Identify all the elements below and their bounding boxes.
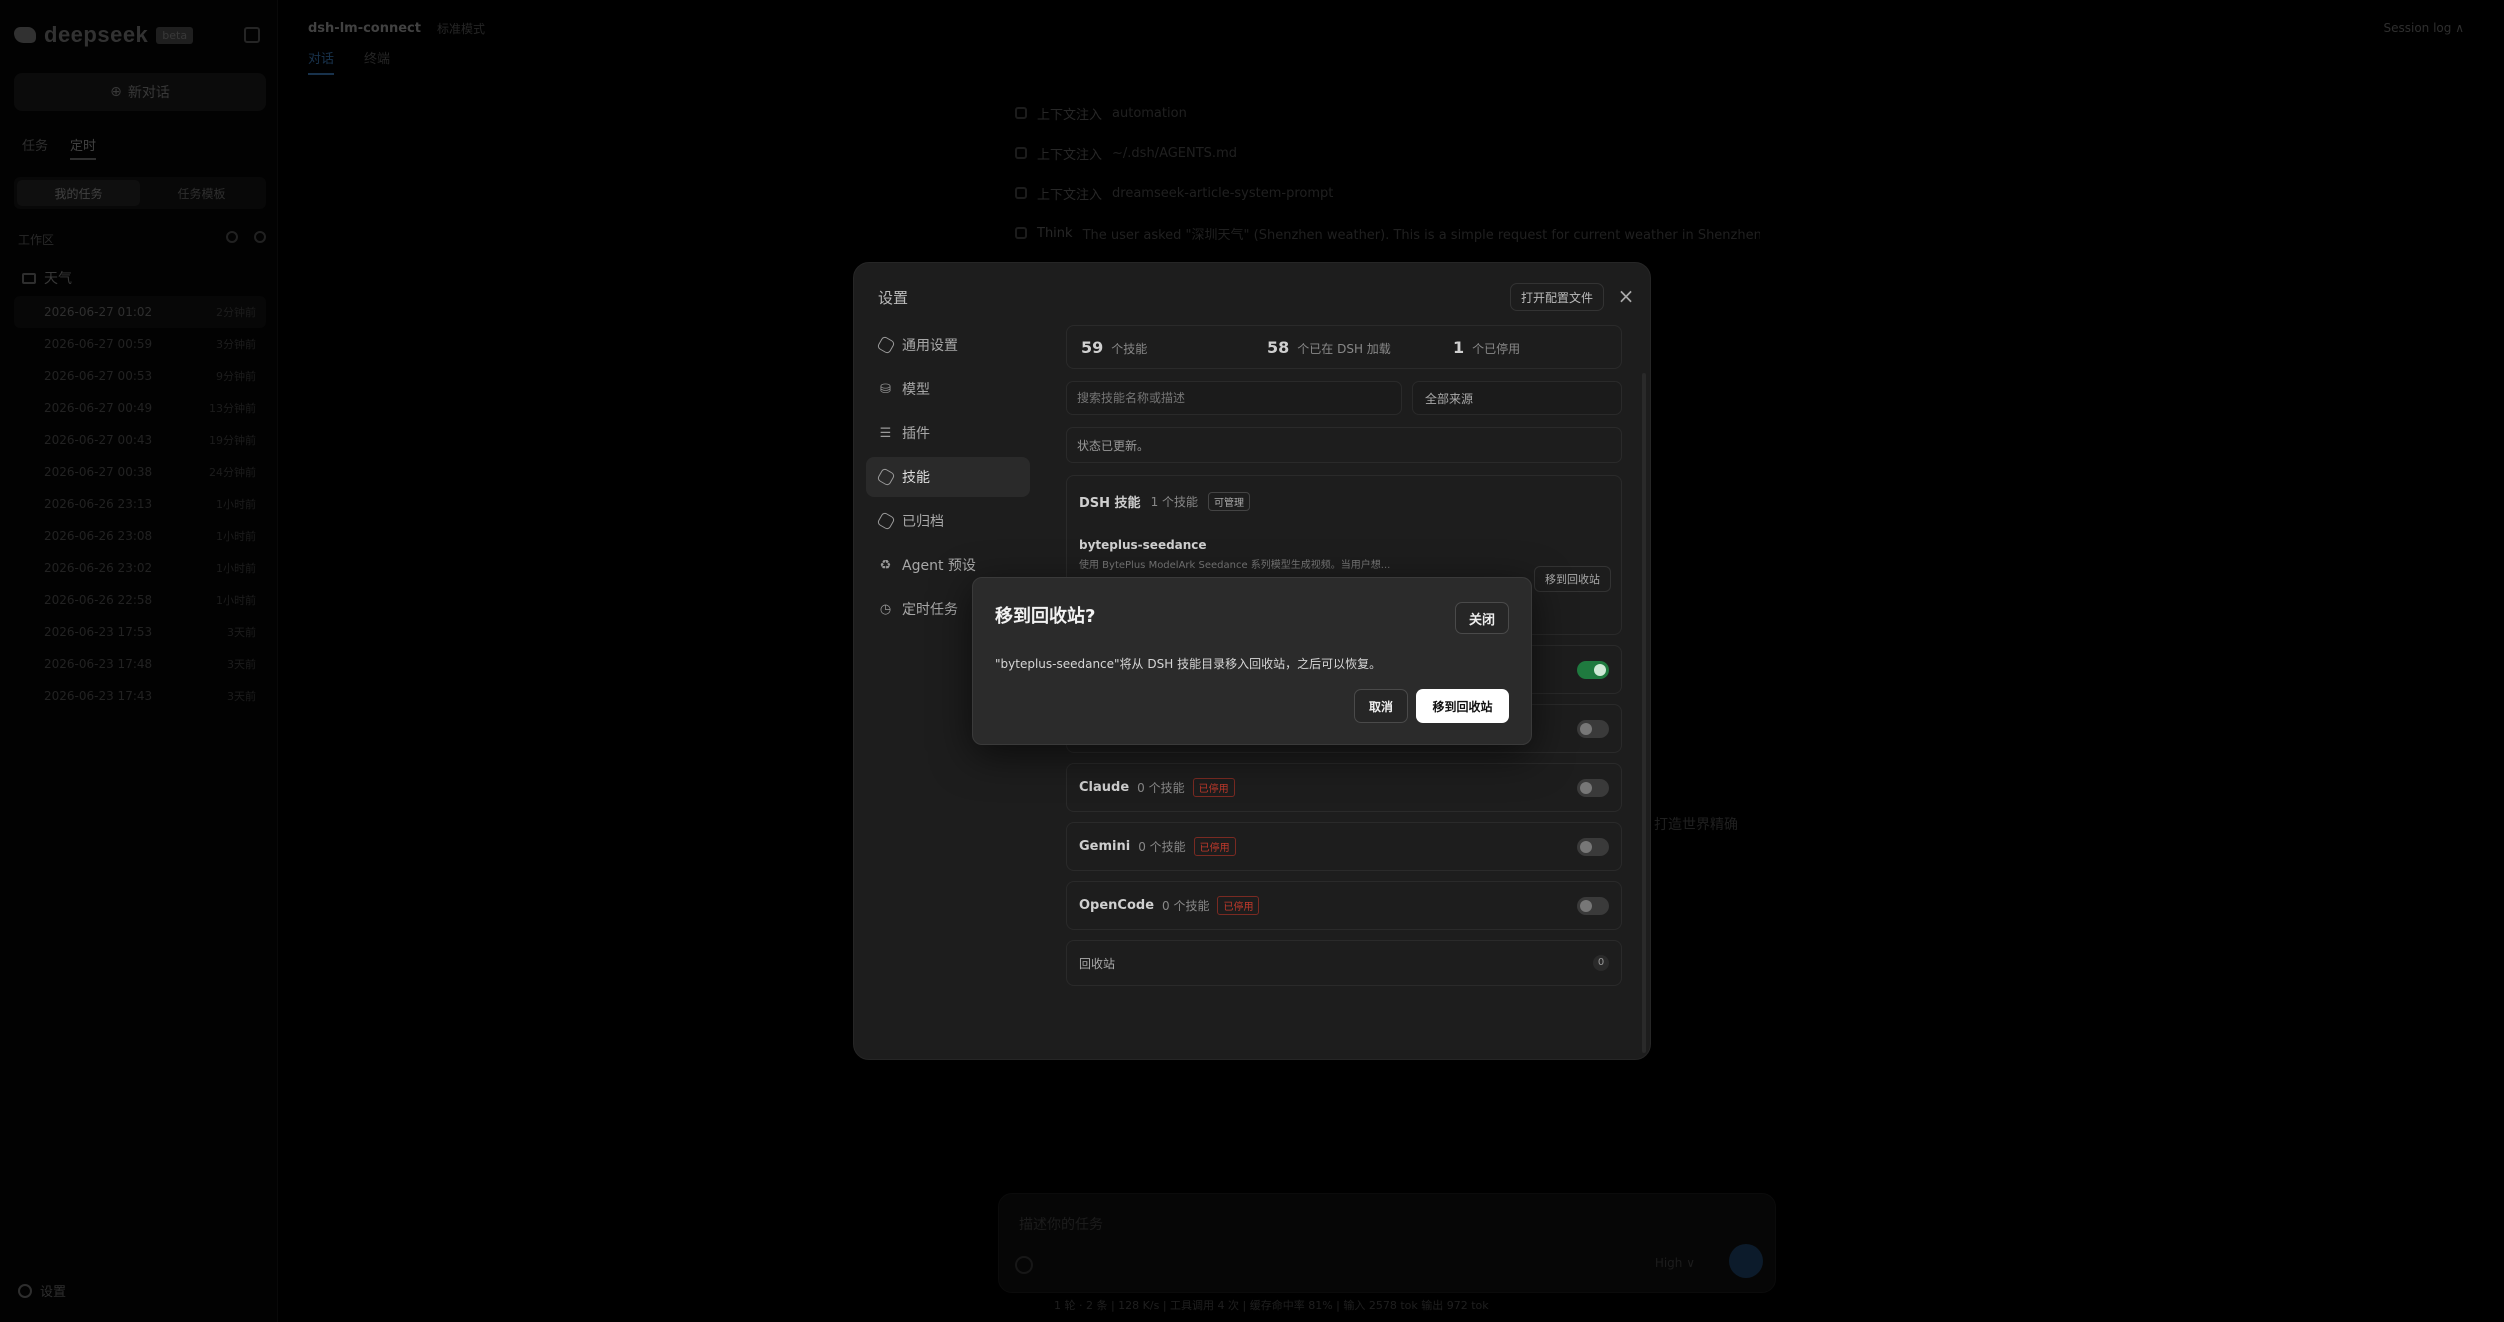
provider-row-opencode: OpenCode 0 个技能 已停用 bbox=[1066, 881, 1622, 930]
hexagon-gear-icon bbox=[875, 335, 896, 355]
recycle-bin-row[interactable]: 回收站 0 bbox=[1066, 940, 1622, 986]
clock-icon: ◷ bbox=[879, 601, 892, 617]
nav-label: 技能 bbox=[902, 470, 930, 486]
stat-label: 个技能 bbox=[1111, 341, 1148, 356]
stat-value: 1 bbox=[1453, 337, 1465, 357]
group-count: 1 个技能 bbox=[1150, 495, 1199, 509]
provider-toggle[interactable] bbox=[1577, 661, 1609, 679]
disabled-badge: 已停用 bbox=[1192, 778, 1235, 797]
provider-count: 0 个技能 bbox=[1137, 781, 1185, 795]
skills-stats: 59 个技能 58 个已在 DSH 加载 1 个已停用 bbox=[1066, 325, 1622, 369]
provider-count: 0 个技能 bbox=[1162, 899, 1210, 913]
settings-scrollbar[interactable] bbox=[1642, 373, 1646, 1053]
provider-count: 0 个技能 bbox=[1138, 840, 1186, 854]
nav-item-skills[interactable]: 技能 bbox=[866, 457, 1030, 497]
stat-disabled: 1 个已停用 bbox=[1453, 338, 1520, 357]
group-name: DSH 技能 bbox=[1079, 496, 1141, 511]
provider-name: Claude bbox=[1079, 780, 1130, 795]
disabled-badge: 已停用 bbox=[1193, 837, 1236, 856]
move-to-recycle-confirm-button[interactable]: 移到回收站 bbox=[1416, 689, 1509, 723]
recycle-bin-count: 0 bbox=[1593, 955, 1609, 971]
nav-label: 插件 bbox=[902, 426, 930, 442]
hexagon-gear-icon bbox=[875, 511, 896, 531]
nav-item-plugins[interactable]: ☰ 插件 bbox=[866, 413, 1030, 453]
confirm-close-button[interactable]: 关闭 bbox=[1455, 602, 1509, 634]
confirm-message: "byteplus-seedance"将从 DSH 技能目录移入回收站，之后可以… bbox=[995, 657, 1382, 671]
skills-filter-row: 全部来源 bbox=[1066, 381, 1622, 415]
group-header: DSH 技能 1 个技能 可管理 bbox=[1079, 492, 1251, 511]
nav-label: 定时任务 bbox=[902, 602, 958, 618]
database-icon: ⛁ bbox=[880, 381, 891, 397]
source-filter-select[interactable]: 全部来源 bbox=[1412, 381, 1622, 415]
stat-value: 59 bbox=[1081, 337, 1104, 357]
nav-label: 模型 bbox=[902, 382, 930, 398]
move-to-recycle-button[interactable]: 移到回收站 bbox=[1534, 566, 1611, 592]
settings-title: 设置 bbox=[878, 289, 909, 307]
nav-label: 通用设置 bbox=[902, 338, 958, 354]
provider-row-gemini: Gemini 0 个技能 已停用 bbox=[1066, 822, 1622, 871]
confirm-dialog: 移到回收站? 关闭 "byteplus-seedance"将从 DSH 技能目录… bbox=[972, 577, 1532, 745]
nav-item-models[interactable]: ⛁ 模型 bbox=[866, 369, 1030, 409]
nav-label: 已归档 bbox=[902, 514, 944, 530]
stat-value: 58 bbox=[1267, 337, 1290, 357]
provider-toggle[interactable] bbox=[1577, 897, 1609, 915]
disabled-badge: 已停用 bbox=[1217, 896, 1260, 915]
recycle-icon: ♻ bbox=[879, 557, 892, 573]
skills-search-input[interactable] bbox=[1066, 381, 1402, 415]
stat-label: 个已停用 bbox=[1472, 341, 1521, 356]
close-icon[interactable]: × bbox=[1615, 285, 1637, 307]
app-window: deepseek beta ⊕ 新对话 任务 定时 我的任务 任务模板 工作区 … bbox=[0, 0, 2504, 1322]
sliders-icon: ☰ bbox=[879, 425, 892, 441]
manageable-badge: 可管理 bbox=[1208, 492, 1251, 511]
nav-item-archived[interactable]: 已归档 bbox=[866, 501, 1030, 541]
nav-label: Agent 预设 bbox=[902, 558, 976, 574]
hexagon-gear-icon bbox=[875, 467, 896, 487]
status-message: 状态已更新。 bbox=[1066, 427, 1622, 463]
skill-description: 使用 BytePlus ModelArk Seedance 系列模型生成视频。当… bbox=[1079, 560, 1391, 571]
stat-loaded: 58 个已在 DSH 加载 bbox=[1267, 338, 1453, 357]
recycle-bin-label: 回收站 bbox=[1079, 956, 1116, 971]
nav-item-general[interactable]: 通用设置 bbox=[866, 325, 1030, 365]
stat-total: 59 个技能 bbox=[1081, 338, 1267, 357]
provider-toggle[interactable] bbox=[1577, 838, 1609, 856]
cancel-button[interactable]: 取消 bbox=[1354, 689, 1408, 723]
confirm-title: 移到回收站? bbox=[995, 606, 1096, 627]
provider-row-claude: Claude 0 个技能 已停用 bbox=[1066, 763, 1622, 812]
provider-toggle[interactable] bbox=[1577, 720, 1609, 738]
provider-name: OpenCode bbox=[1079, 898, 1155, 913]
skill-name: byteplus-seedance bbox=[1079, 538, 1207, 552]
provider-name: Gemini bbox=[1079, 839, 1131, 854]
open-config-button[interactable]: 打开配置文件 bbox=[1510, 283, 1605, 311]
stat-label: 个已在 DSH 加载 bbox=[1297, 341, 1391, 356]
provider-toggle[interactable] bbox=[1577, 779, 1609, 797]
